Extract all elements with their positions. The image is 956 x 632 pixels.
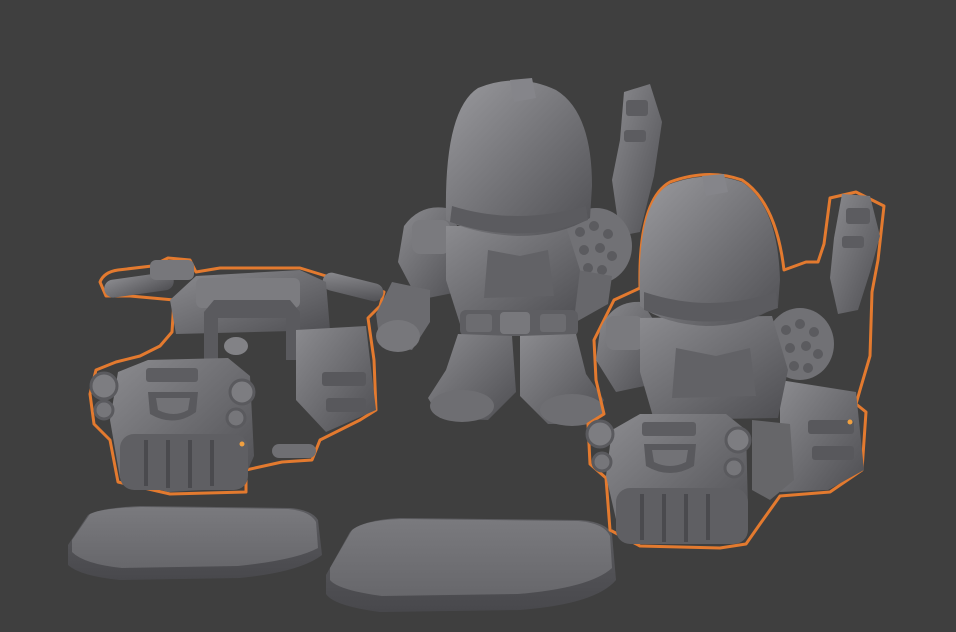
object-origin-dot xyxy=(239,441,245,447)
object-origin-dot xyxy=(847,419,853,425)
viewport-canvas[interactable] xyxy=(0,0,956,632)
hoverbike[interactable] xyxy=(88,256,386,496)
base-left[interactable] xyxy=(68,506,322,580)
base-center[interactable] xyxy=(326,518,616,612)
3d-viewport[interactable] xyxy=(0,0,956,632)
